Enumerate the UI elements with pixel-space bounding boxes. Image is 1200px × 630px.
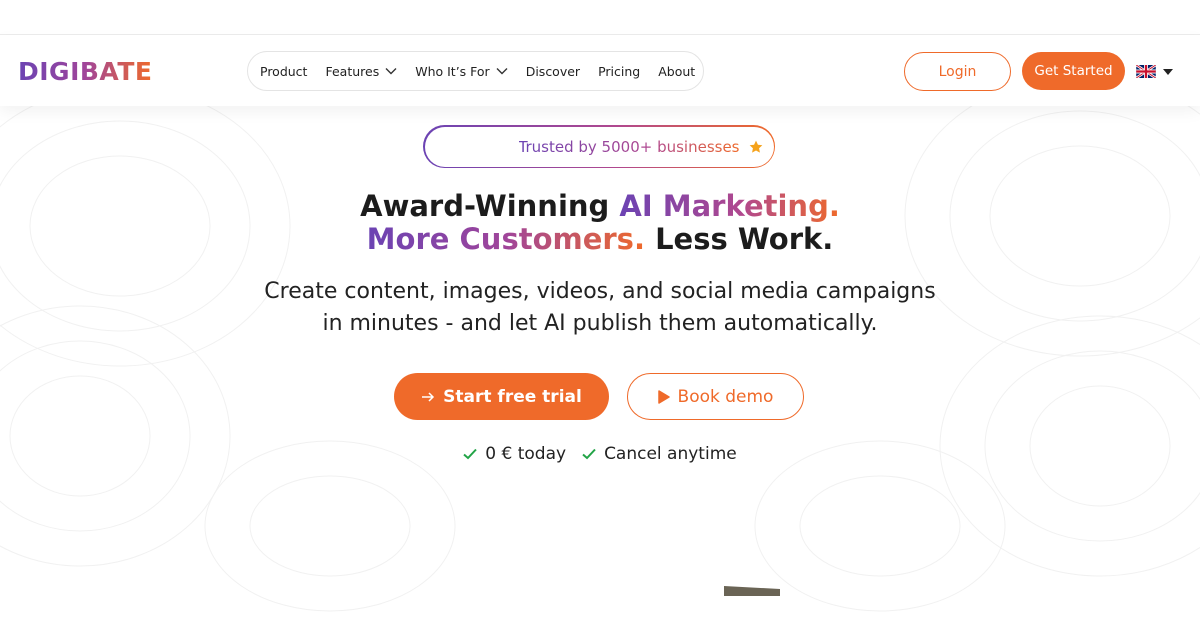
nav-item-label: About xyxy=(658,63,696,79)
logo-text: DIGIBATE xyxy=(18,56,153,86)
nav-item-label: Pricing xyxy=(598,63,641,79)
trusted-badge-text: Trusted by 5000+ businesses xyxy=(518,137,740,156)
headline-line2-accent: More Customers. xyxy=(366,222,645,256)
check-icon xyxy=(582,448,596,460)
headline-line1-accent: AI Marketing. xyxy=(619,189,840,223)
nav-item-label: Features xyxy=(325,63,380,79)
subhead-line2: in minutes - and let AI publish them aut… xyxy=(322,311,878,336)
get-started-button[interactable]: Get Started xyxy=(1022,52,1125,90)
chevron-down-icon xyxy=(496,68,508,75)
book-demo-label: Book demo xyxy=(677,386,774,407)
nav-item-label: Who It’s For xyxy=(415,63,490,79)
hero-subheading: Create content, images, videos, and soci… xyxy=(0,276,1200,340)
nav-item-who-its-for[interactable]: Who It’s For xyxy=(415,63,508,79)
star-icon xyxy=(749,140,762,153)
language-selector[interactable] xyxy=(1136,65,1173,78)
nav-item-label: Product xyxy=(260,63,308,79)
login-label: Login xyxy=(938,63,977,80)
main-nav: Product Features Who It’s For Discover P… xyxy=(247,51,704,91)
login-button[interactable]: Login xyxy=(904,52,1011,91)
trusted-badge-inner: Trusted by 5000+ businesses xyxy=(424,126,774,167)
nav-item-about[interactable]: About xyxy=(658,64,695,79)
subhead-line1: Create content, images, videos, and soci… xyxy=(264,279,936,304)
background-pattern xyxy=(0,106,1200,612)
uk-flag-icon xyxy=(1136,65,1156,78)
headline-line1-plain: Award-Winning xyxy=(360,189,620,223)
get-started-label: Get Started xyxy=(1034,63,1113,79)
logo[interactable]: DIGIBATE xyxy=(18,56,153,86)
nav-item-product[interactable]: Product xyxy=(260,64,307,79)
chevron-down-icon xyxy=(385,68,397,75)
check-icon xyxy=(463,448,478,460)
benefit-checks: 0 € today Cancel anytime xyxy=(0,444,1200,464)
hero-headline: Award-Winning AI Marketing. More Custome… xyxy=(0,190,1200,256)
benefit-label: Cancel anytime xyxy=(604,444,737,464)
benefit-item: 0 € today xyxy=(463,444,566,464)
start-free-trial-button[interactable]: Start free trial xyxy=(394,373,609,420)
top-strip xyxy=(0,0,1200,35)
nav-item-pricing[interactable]: Pricing xyxy=(598,64,640,79)
caret-down-icon xyxy=(1163,68,1173,75)
product-preview-edge xyxy=(724,586,780,596)
start-free-trial-label: Start free trial xyxy=(443,386,582,407)
headline-line2-plain: Less Work. xyxy=(644,222,834,256)
benefit-label: 0 € today xyxy=(485,444,567,464)
arrow-right-icon xyxy=(422,391,435,402)
benefit-item: Cancel anytime xyxy=(582,444,737,464)
landing-page: DIGIBATE Product Features Who It’s For D… xyxy=(0,0,1200,630)
play-icon xyxy=(657,389,670,404)
nav-item-label: Discover xyxy=(525,63,581,79)
nav-item-discover[interactable]: Discover xyxy=(526,64,580,79)
nav-item-features[interactable]: Features xyxy=(325,64,397,79)
site-header: DIGIBATE Product Features Who It’s For D… xyxy=(0,35,1200,106)
trusted-badge: Trusted by 5000+ businesses xyxy=(423,125,775,168)
book-demo-button[interactable]: Book demo xyxy=(627,373,804,420)
